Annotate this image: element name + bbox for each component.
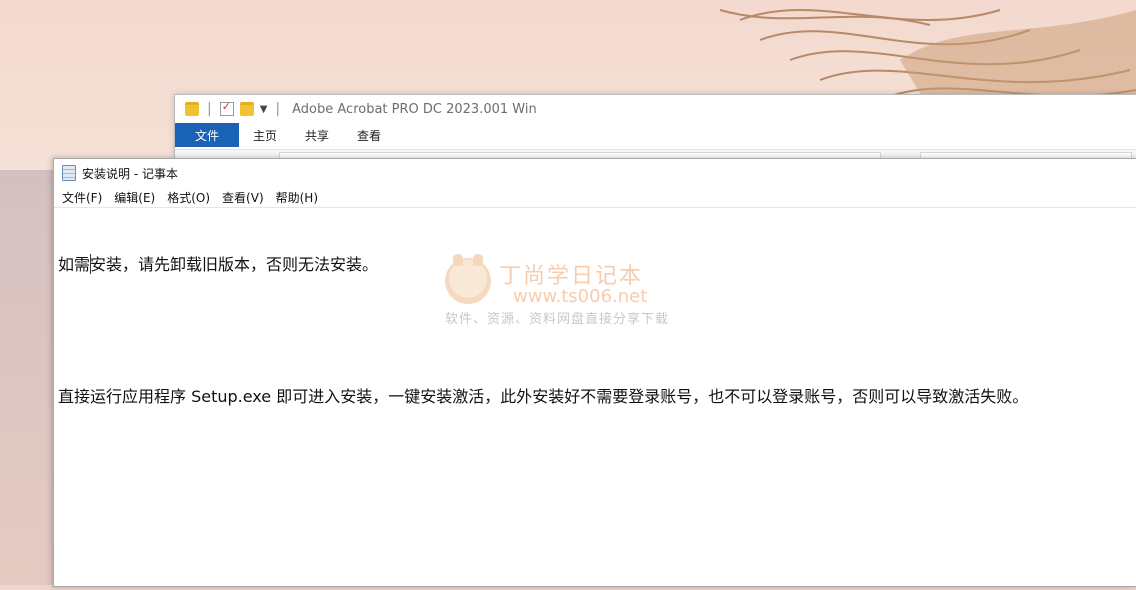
menu-help[interactable]: 帮助(H) (270, 189, 324, 206)
notepad-titlebar[interactable]: 安装说明 - 记事本 (54, 159, 1136, 187)
properties-check-icon[interactable] (219, 100, 234, 116)
explorer-ribbon: 文件 主页 共享 查看 (175, 123, 1136, 147)
watermark: 丁尚学日记本 www.ts006.net 软件、资源、资料网盘直接分享下载 (445, 254, 695, 328)
menu-format[interactable]: 格式(O) (161, 189, 216, 206)
separator: | (207, 101, 212, 117)
ribbon-tab-share[interactable]: 共享 (291, 123, 343, 147)
watermark-tagline: 软件、资源、资料网盘直接分享下载 (445, 312, 670, 327)
folder-icon[interactable] (185, 102, 199, 116)
notepad-title: 安装说明 - 记事本 (82, 166, 178, 181)
explorer-title: Adobe Acrobat PRO DC 2023.001 Win (292, 101, 537, 117)
separator: | (275, 101, 281, 117)
text-cursor (90, 254, 91, 274)
new-folder-icon[interactable] (239, 102, 254, 116)
notepad-icon (62, 165, 76, 181)
notepad-menubar: 文件(F) 编辑(E) 格式(O) 查看(V) 帮助(H) (54, 187, 1136, 207)
ribbon-tab-view[interactable]: 查看 (343, 123, 395, 147)
quick-access-dropdown-icon[interactable]: ▼ (260, 104, 268, 115)
menu-view[interactable]: 查看(V) (216, 189, 270, 206)
wallpaper-cloud (0, 170, 60, 590)
ribbon-tab-home[interactable]: 主页 (239, 123, 291, 147)
notepad-window[interactable]: 安装说明 - 记事本 文件(F) 编辑(E) 格式(O) 查看(V) 帮助(H)… (53, 158, 1136, 587)
dog-logo-icon (445, 254, 491, 304)
watermark-url: www.ts006.net (513, 286, 648, 307)
ribbon-tab-file[interactable]: 文件 (175, 123, 240, 147)
text-line: 直接运行应用程序 Setup.exe 即可进入安装，一键安装激活，此外安装好不需… (58, 387, 1029, 406)
menu-edit[interactable]: 编辑(E) (108, 189, 161, 206)
explorer-titlebar[interactable]: | ▼ | Adobe Acrobat PRO DC 2023.001 Win (175, 95, 1136, 123)
menu-file[interactable]: 文件(F) (56, 189, 108, 206)
